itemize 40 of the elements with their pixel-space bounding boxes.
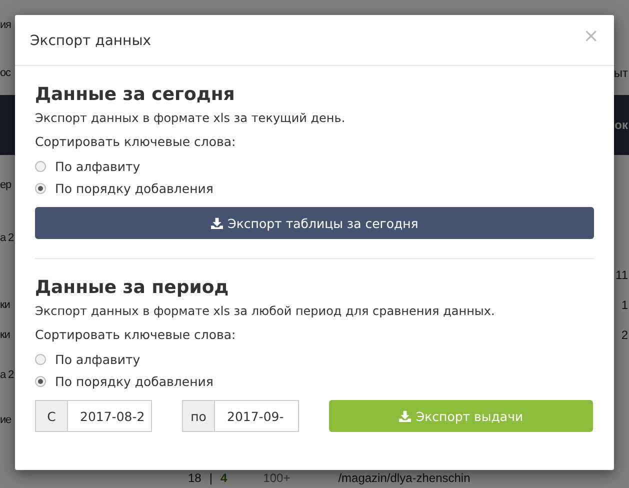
table-cell: 1 xyxy=(621,298,629,312)
radio-option[interactable]: По порядку добавления xyxy=(35,370,594,392)
link[interactable]: /magazin/dlya-zhenschin xyxy=(338,471,470,485)
radio-option[interactable]: По алфавиту xyxy=(35,155,594,177)
download-icon xyxy=(210,217,223,229)
export-button[interactable]: Экспорт таблицы за сегодня xyxy=(35,207,594,239)
table-cell: 2 xyxy=(621,328,629,342)
date-to-field[interactable]: 2017-09- xyxy=(215,400,299,432)
radio-icon[interactable] xyxy=(35,354,46,364)
download-icon xyxy=(398,410,411,422)
table-cell: ер xyxy=(0,179,12,191)
separator: | xyxy=(209,471,212,485)
date-from-label: С xyxy=(35,400,68,432)
table-cell: 100+ xyxy=(263,471,290,485)
radio-option[interactable]: По порядку добавления xyxy=(35,177,594,199)
radio-icon[interactable] xyxy=(35,376,46,386)
table-cell: 11 xyxy=(616,268,629,282)
table-cell: ок xyxy=(614,118,629,132)
table-cell: ие xyxy=(0,414,12,426)
sort-label: Сортировать ключевые слова: xyxy=(35,327,237,342)
section-heading: Данные за сегодня xyxy=(35,84,236,105)
table-cell: ия xyxy=(0,19,11,31)
table-cell: ки xyxy=(0,329,10,341)
description: Экспорт данных в формате xls за любой период для сравнения данных. xyxy=(35,304,496,318)
description: Экспорт данных в формате xls за текущий день. xyxy=(35,111,346,125)
radio-option[interactable]: По алфавиту xyxy=(35,348,594,370)
date-from-field[interactable]: 2017-08-2 xyxy=(68,400,152,432)
table-cell: 4 xyxy=(220,471,228,485)
dialog-title: Экспорт данных xyxy=(30,32,152,49)
radio-icon[interactable] xyxy=(35,182,46,194)
table-cell: ыт xyxy=(614,66,629,80)
table-cell: ки xyxy=(0,299,10,311)
table-cell: ос xyxy=(0,66,10,78)
section-heading: Данные за период xyxy=(35,277,230,298)
sort-label: Сортировать ключевые слова: xyxy=(35,134,237,149)
date-to-label: по xyxy=(182,400,215,432)
table-cell: а 2 xyxy=(0,369,14,381)
radio-icon[interactable] xyxy=(35,160,46,172)
table-cell: 18 xyxy=(188,471,202,485)
table-cell: а 2 xyxy=(0,232,14,244)
